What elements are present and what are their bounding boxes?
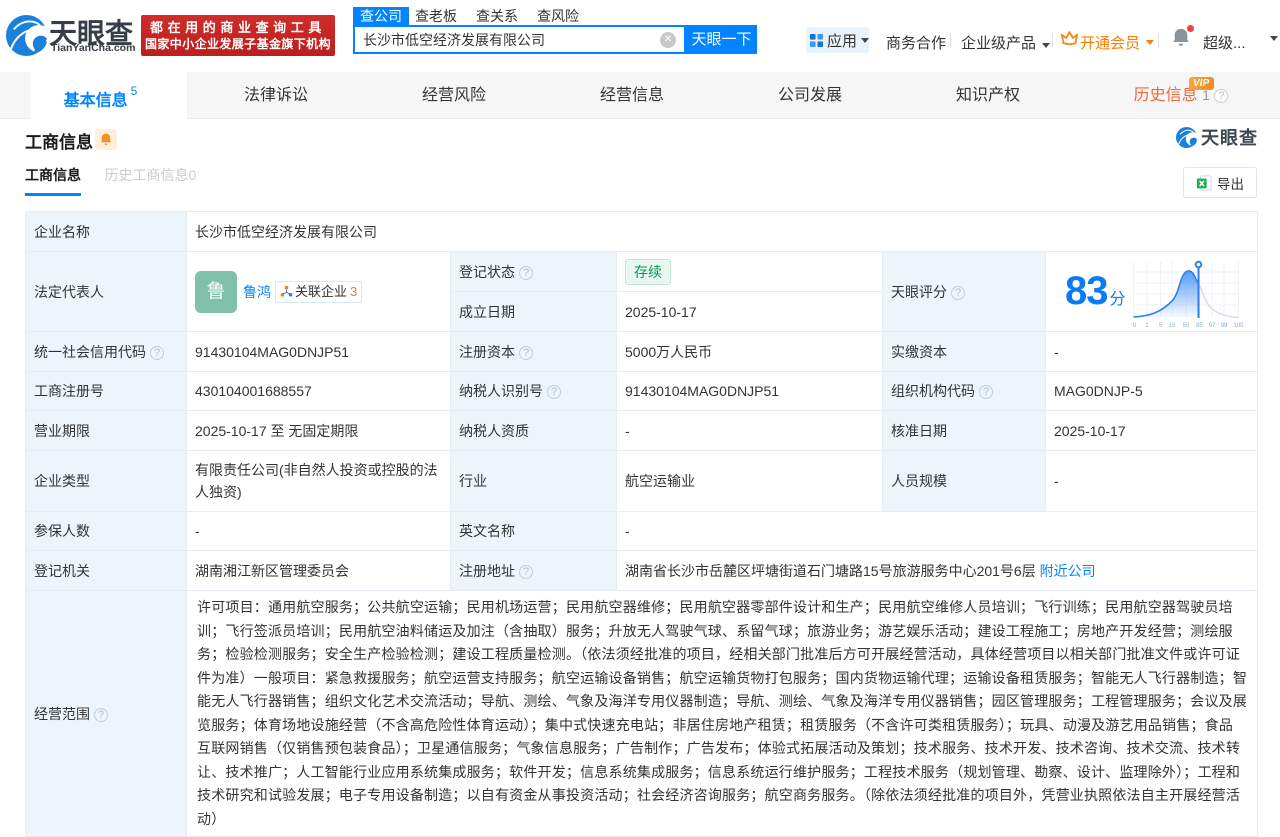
svg-text:5: 5 bbox=[1158, 323, 1162, 329]
svg-text:0: 0 bbox=[1132, 323, 1136, 329]
svg-text:97: 97 bbox=[1208, 323, 1215, 329]
svg-text:85: 85 bbox=[1196, 323, 1203, 329]
svg-text:99: 99 bbox=[1220, 323, 1227, 329]
svg-text:1: 1 bbox=[1145, 323, 1149, 329]
svg-text:50: 50 bbox=[1182, 323, 1189, 329]
svg-text:15: 15 bbox=[1168, 323, 1175, 329]
svg-text:100: 100 bbox=[1233, 323, 1244, 329]
